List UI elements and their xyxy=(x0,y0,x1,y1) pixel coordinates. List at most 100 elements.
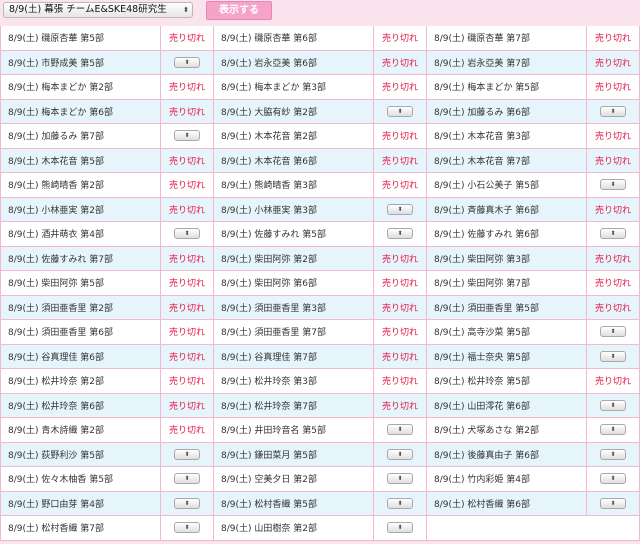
slot-status: ⬍ xyxy=(373,99,426,123)
quantity-select[interactable]: ⬍ xyxy=(174,522,200,534)
select-arrow-icon: ⬍ xyxy=(397,450,403,458)
slot-status: ⬍ xyxy=(373,516,426,540)
slot-label: 8/9(土) 福士奈央 第5部 xyxy=(434,352,530,363)
quantity-select[interactable]: ⬍ xyxy=(600,424,626,436)
slot-cell: 8/9(土) 磯原杏華 第7部 売り切れ xyxy=(427,26,640,51)
quantity-select[interactable]: ⬍ xyxy=(600,399,626,411)
sold-out-label: 売り切れ xyxy=(168,156,205,167)
slot-cell: 8/9(土) 佐藤すみれ 第5部 ⬍ xyxy=(214,222,427,247)
quantity-select[interactable]: ⬍ xyxy=(600,473,626,485)
slot-label: 8/9(土) 空美夕日 第2部 xyxy=(221,475,317,486)
slot-status: ⬍ xyxy=(586,99,639,123)
quantity-select[interactable]: ⬍ xyxy=(387,105,413,117)
slot-cell: 8/9(土) 梅本まどか 第3部 売り切れ xyxy=(214,75,427,100)
slot-status: 売り切れ xyxy=(373,173,426,197)
quantity-select[interactable]: ⬍ xyxy=(387,228,413,240)
slot-label: 8/9(土) 須田亜香里 第2部 xyxy=(8,303,113,314)
quantity-select[interactable]: ⬍ xyxy=(600,228,626,240)
select-arrow-icon: ⬍ xyxy=(610,401,616,409)
select-arrow-icon: ⬍ xyxy=(397,426,403,434)
sold-out-label: 売り切れ xyxy=(168,83,205,94)
quantity-select[interactable]: ⬍ xyxy=(600,497,626,509)
quantity-select[interactable]: ⬍ xyxy=(600,179,626,191)
quantity-select[interactable]: ⬍ xyxy=(387,203,413,215)
slot-label: 8/9(土) 柴田阿弥 第2部 xyxy=(221,254,317,265)
slot-label: 8/9(土) 柴田阿弥 第6部 xyxy=(221,279,317,290)
slot-label: 8/9(土) 佐藤すみれ 第7部 xyxy=(8,254,113,265)
slot-cell: 8/9(土) 市野成美 第5部 ⬍ xyxy=(0,50,214,75)
quantity-select[interactable]: ⬍ xyxy=(600,326,626,338)
slot-status: 売り切れ xyxy=(373,75,426,99)
select-arrow-icon: ⬍ xyxy=(397,107,403,115)
quantity-select[interactable]: ⬍ xyxy=(174,228,200,240)
quantity-select[interactable]: ⬍ xyxy=(174,497,200,509)
quantity-select[interactable]: ⬍ xyxy=(387,424,413,436)
sold-out-label: 売り切れ xyxy=(168,279,205,290)
slot-cell: 8/9(土) 加藤るみ 第7部 ⬍ xyxy=(0,124,214,149)
quantity-select[interactable]: ⬍ xyxy=(387,522,413,534)
sold-out-label: 売り切れ xyxy=(381,156,418,167)
quantity-select[interactable]: ⬍ xyxy=(600,350,626,362)
quantity-select[interactable]: ⬍ xyxy=(174,448,200,460)
slot-cell: 8/9(土) 柴田阿弥 第2部 売り切れ xyxy=(214,246,427,271)
sold-out-label: 売り切れ xyxy=(594,156,631,167)
slot-label: 8/9(土) 荻野利沙 第5部 xyxy=(8,450,104,461)
slot-label: 8/9(土) 犬塚あさな 第2部 xyxy=(434,426,539,437)
slot-label: 8/9(土) 大脇有紗 第2部 xyxy=(221,107,317,118)
sold-out-label: 売り切れ xyxy=(381,58,418,69)
slot-cell: 8/9(土) 松井玲奈 第3部 売り切れ xyxy=(214,369,427,394)
slot-label: 8/9(土) 酒井萌衣 第4部 xyxy=(8,230,104,241)
quantity-select[interactable]: ⬍ xyxy=(600,448,626,460)
slot-status: 売り切れ xyxy=(586,369,639,393)
slot-label: 8/9(土) 梅本まどか 第5部 xyxy=(434,83,539,94)
slot-label: 8/9(土) 梅本まどか 第2部 xyxy=(8,83,113,94)
slot-status: ⬍ xyxy=(160,50,213,74)
quantity-select[interactable]: ⬍ xyxy=(387,448,413,460)
slot-status: 売り切れ xyxy=(373,246,426,270)
slot-status: ⬍ xyxy=(373,418,426,442)
sold-out-label: 売り切れ xyxy=(594,377,631,388)
slot-cell: 8/9(土) 松村香織 第5部 ⬍ xyxy=(214,491,427,516)
quantity-select[interactable]: ⬍ xyxy=(174,56,200,68)
slot-label: 8/9(土) 須田亜香里 第5部 xyxy=(434,303,539,314)
slot-label: 8/9(土) 佐々木柚香 第5部 xyxy=(8,475,113,486)
quantity-select[interactable]: ⬍ xyxy=(387,497,413,509)
slot-label: 8/9(土) 小林亜実 第2部 xyxy=(8,205,104,216)
show-button[interactable]: 表示する xyxy=(206,1,272,20)
slot-label: 8/9(土) 松井玲奈 第5部 xyxy=(434,377,530,388)
quantity-select[interactable]: ⬍ xyxy=(387,473,413,485)
event-select[interactable]: 8/9(土) 幕張 チームE&SKE48研究生 ⬍ xyxy=(3,2,193,18)
slot-label: 8/9(土) 柴田阿弥 第3部 xyxy=(434,254,530,265)
slot-label: 8/9(土) 木本花音 第3部 xyxy=(434,132,530,143)
slot-status: 売り切れ xyxy=(160,344,213,368)
quantity-select[interactable]: ⬍ xyxy=(174,130,200,142)
sold-out-label: 売り切れ xyxy=(168,377,205,388)
slot-label: 8/9(土) 後藤真由子 第6部 xyxy=(434,450,539,461)
slot-status: ⬍ xyxy=(586,222,639,246)
slot-status: 売り切れ xyxy=(160,99,213,123)
slot-label: 8/9(土) 須田亜香里 第3部 xyxy=(221,303,326,314)
slot-cell: 8/9(土) 梅本まどか 第5部 売り切れ xyxy=(427,75,640,100)
sold-out-label: 売り切れ xyxy=(168,107,205,118)
sold-out-label: 売り切れ xyxy=(168,34,205,45)
slot-status: ⬍ xyxy=(586,344,639,368)
select-arrow-icon: ⬍ xyxy=(610,426,616,434)
select-arrow-icon: ⬍ xyxy=(610,475,616,483)
select-arrow-icon: ⬍ xyxy=(397,230,403,238)
slot-cell: 8/9(土) 磯原杏華 第5部 売り切れ xyxy=(0,26,214,51)
select-arrow-icon: ⬍ xyxy=(610,352,616,360)
quantity-select[interactable]: ⬍ xyxy=(600,105,626,117)
select-arrow-icon: ⬍ xyxy=(610,230,616,238)
slot-cell: 8/9(土) 木本花音 第6部 売り切れ xyxy=(214,148,427,173)
quantity-select[interactable]: ⬍ xyxy=(174,473,200,485)
select-arrow-icon: ⬍ xyxy=(610,328,616,336)
sold-out-label: 売り切れ xyxy=(594,205,631,216)
slot-status: 売り切れ xyxy=(160,418,213,442)
slot-status: 売り切れ xyxy=(160,246,213,270)
slot-cell: 8/9(土) 熊崎晴香 第2部 売り切れ xyxy=(0,173,214,198)
slot-label: 8/9(土) 松村香織 第7部 xyxy=(8,524,104,535)
sold-out-label: 売り切れ xyxy=(594,254,631,265)
slot-cell: 8/9(土) 福士奈央 第5部 ⬍ xyxy=(427,344,640,369)
select-arrow-icon: ⬍ xyxy=(183,6,189,14)
sold-out-label: 売り切れ xyxy=(594,34,631,45)
